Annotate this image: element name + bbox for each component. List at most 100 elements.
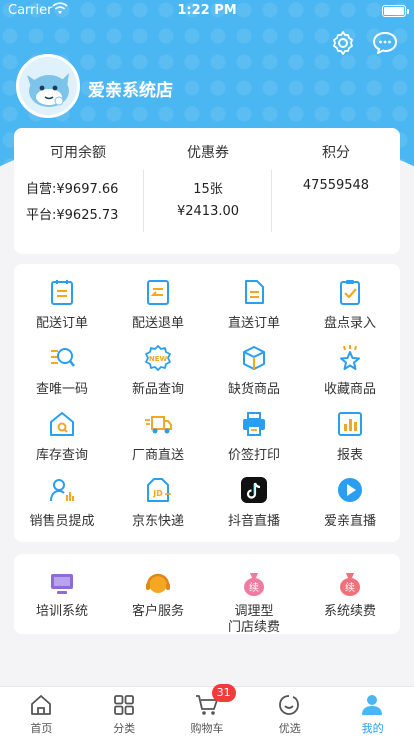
tab-label: 分类 — [113, 722, 136, 735]
gear-icon[interactable] — [330, 30, 356, 56]
balance-card: 可用余额 自营:¥9697.66 平台:¥9625.73 优惠券 15张 ¥24… — [14, 128, 400, 254]
points-value: 47559548 — [302, 178, 370, 193]
tab-label: 购物车 — [190, 722, 224, 735]
menu-item-direct-order[interactable]: 直送订单 — [206, 278, 302, 338]
coupon-amount: ¥2413.00 — [176, 204, 240, 219]
coupon-count: 15张 — [193, 182, 223, 197]
service-label: 系统续费 — [323, 604, 376, 619]
svg-text:JD: JD — [152, 489, 163, 498]
star-icon — [340, 345, 360, 370]
status-bar: Carrier 1:22 PM — [0, 0, 414, 22]
service-item-system-renewal[interactable]: 续 系统续费 — [302, 570, 398, 640]
tab-cart[interactable]: 31 购物车 — [166, 684, 249, 736]
menu-item-sales-commission[interactable]: 销售员提成 — [14, 476, 110, 536]
svg-text:续: 续 — [249, 581, 259, 594]
service-label: 培训系统 — [35, 604, 88, 619]
points-section[interactable]: 积分 47559548 — [272, 128, 400, 254]
menu-label: 报表 — [336, 448, 363, 463]
menu-item-jd-express[interactable]: JD 京东快递 — [110, 476, 206, 536]
coupon-section[interactable]: 优惠券 15张 ¥2413.00 — [144, 128, 272, 254]
renew-bag-icon: 续 — [244, 573, 264, 596]
menu-label: 配送订单 — [35, 316, 88, 331]
tab-category[interactable]: 分类 — [83, 687, 166, 736]
menu-item-delivery-return[interactable]: 配送退单 — [110, 278, 206, 338]
new-badge-icon: NEW — [145, 345, 171, 371]
menu-item-vendor-direct[interactable]: 厂商直送 — [110, 410, 206, 470]
smile-icon — [279, 695, 300, 715]
menu-item-out-of-stock[interactable]: 缺货商品 — [206, 344, 302, 404]
service-item-store-renewal[interactable]: 续 调理型 门店续费 — [206, 570, 302, 640]
menu-label: 抖音直播 — [227, 514, 280, 529]
menu-label: 配送退单 — [131, 316, 184, 331]
service-label-line2: 门店续费 — [227, 620, 280, 635]
self-run-balance: 自营:¥9697.66 — [26, 182, 119, 197]
home-icon — [31, 695, 51, 715]
tab-home[interactable]: 首页 — [0, 687, 83, 736]
menu-label: 库存查询 — [35, 448, 88, 463]
battery-icon — [382, 5, 406, 17]
svg-text:NEW: NEW — [149, 355, 168, 363]
printer-icon — [243, 412, 265, 436]
svg-text:续: 续 — [345, 581, 355, 594]
salesman-icon — [50, 479, 74, 502]
menu-item-new-products[interactable]: NEW 新品查询 — [110, 344, 206, 404]
menu-label: 爱亲直播 — [323, 514, 376, 529]
truck-icon — [145, 416, 172, 434]
available-balance-title: 可用余额 — [50, 145, 106, 161]
menu-label: 销售员提成 — [29, 514, 95, 529]
menu-item-douyin-live[interactable]: 抖音直播 — [206, 476, 302, 536]
service-item-training[interactable]: 培训系统 — [14, 570, 110, 640]
menu-item-aiqin-live[interactable]: 爱亲直播 — [302, 476, 398, 536]
tab-mine[interactable]: 我的 — [331, 687, 414, 736]
avatar[interactable] — [16, 54, 80, 118]
service-item-customer-service[interactable]: 客户服务 — [110, 570, 206, 640]
menu-item-favorites[interactable]: 收藏商品 — [302, 344, 398, 404]
menu-item-price-tag-print[interactable]: 价签打印 — [206, 410, 302, 470]
cart-badge: 31 — [211, 684, 236, 702]
store-name: 爱亲系统店 — [88, 81, 173, 101]
tab-label: 首页 — [30, 722, 53, 735]
menu-label: 厂商直送 — [131, 448, 184, 463]
menu-label: 查唯一码 — [35, 382, 88, 397]
menu-label: 盘点录入 — [323, 316, 376, 331]
document-icon — [245, 280, 264, 304]
menu-label: 直送订单 — [227, 316, 280, 331]
jd-express-icon: JD — [147, 478, 171, 502]
box-icon — [243, 346, 265, 370]
menu-item-inventory[interactable]: 库存查询 — [14, 410, 110, 470]
menu-item-reports[interactable]: 报表 — [302, 410, 398, 470]
person-icon — [362, 695, 383, 715]
chart-icon — [338, 412, 362, 436]
tab-label: 我的 — [361, 722, 384, 735]
renew-bag-icon: 续 — [340, 573, 360, 596]
tab-label: 优选 — [278, 722, 301, 735]
tab-preferred[interactable]: 优选 — [248, 687, 331, 736]
platform-balance: 平台:¥9625.73 — [26, 208, 119, 223]
message-icon[interactable] — [372, 30, 398, 56]
service-label: 调理型 — [234, 604, 274, 619]
tiktok-icon — [241, 477, 267, 503]
search-code-icon — [51, 348, 75, 367]
headset-icon — [146, 573, 170, 593]
menu-label: 缺货商品 — [227, 382, 280, 397]
warehouse-icon — [50, 412, 74, 436]
clock: 1:22 PM — [177, 3, 237, 18]
monitor-icon — [51, 574, 73, 594]
play-icon — [338, 478, 362, 502]
service-menu: 培训系统 客户服务 续 调理型 门店续费 续 系统续费 — [14, 554, 400, 635]
menu-label: 价签打印 — [227, 448, 280, 463]
function-menu: 配送订单 配送退单 直送订单 盘点录入 查唯一码 NEW 新品查询 缺货商品 收… — [14, 264, 400, 542]
battery-tip — [407, 9, 409, 14]
mascot-avatar-icon — [19, 57, 77, 115]
menu-item-delivery-order[interactable]: 配送订单 — [14, 278, 110, 338]
tab-bar: 首页 分类 31 购物车 优选 我的 — [0, 684, 414, 736]
clipboard-check-icon — [340, 280, 360, 305]
return-icon — [147, 280, 169, 305]
coupon-title: 优惠券 — [187, 145, 229, 161]
grid-icon — [113, 695, 134, 715]
menu-label: 新品查询 — [131, 382, 184, 397]
menu-item-stocktake[interactable]: 盘点录入 — [302, 278, 398, 338]
menu-label: 京东快递 — [131, 514, 184, 529]
available-balance[interactable]: 可用余额 自营:¥9697.66 平台:¥9625.73 — [14, 128, 142, 254]
menu-item-unique-code[interactable]: 查唯一码 — [14, 344, 110, 404]
